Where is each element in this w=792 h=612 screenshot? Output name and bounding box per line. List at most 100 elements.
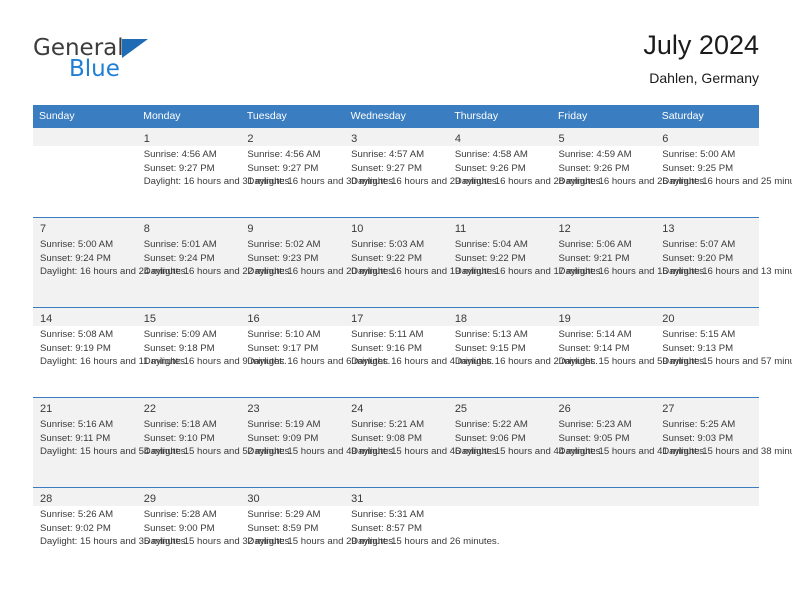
calendar-day-cell[interactable]: 19 Sunrise: 5:14 AM Sunset: 9:14 PM Dayligh… xyxy=(551,307,707,398)
day-number: 2 xyxy=(247,133,254,145)
sunrise-text: Sunrise: 5:08 AM xyxy=(40,329,114,340)
day-number xyxy=(33,128,137,146)
calendar-day-cell[interactable]: 26 Sunrise: 5:23 AM Sunset: 9:05 PM Dayligh… xyxy=(551,397,707,488)
day-number: 12 xyxy=(558,223,571,235)
sunrise-text: Sunrise: 5:00 AM xyxy=(662,149,736,160)
weekday-header-wednesday: Wednesday xyxy=(344,105,449,128)
calendar-day-cell[interactable]: 16 Sunrise: 5:10 AM Sunset: 9:17 PM Dayligh… xyxy=(240,307,390,398)
calendar-day-cell[interactable]: 21 Sunrise: 5:16 AM Sunset: 9:11 PM Dayligh… xyxy=(33,397,188,488)
title-block: July 2024 Dahlen, Germany xyxy=(643,28,759,89)
sunrise-text: Sunrise: 5:13 AM xyxy=(454,329,528,340)
daylight-text: Daylight: 15 hours and 59 minutes. xyxy=(558,356,707,368)
daylight-text: Daylight: 15 hours and 32 minutes. xyxy=(143,536,292,548)
calendar-day-cell[interactable]: 4 Sunrise: 4:58 AM Sunset: 9:26 PM Daylight… xyxy=(447,127,603,218)
sunset-text: Sunset: 9:27 PM xyxy=(351,162,423,174)
day-sun-info: Sunrise: 5:06 AM Sunset: 9:21 PM Daylight:… xyxy=(552,236,707,279)
calendar-day-cell[interactable]: 10 Sunrise: 5:03 AM Sunset: 9:22 PM Dayligh… xyxy=(344,217,499,308)
day-number: 16 xyxy=(247,313,260,325)
daylight-text: Daylight: 16 hours and 25 minutes. xyxy=(662,176,792,188)
calendar-day-cell[interactable]: 31 Sunrise: 5:31 AM Sunset: 8:57 PM Dayligh… xyxy=(344,487,499,577)
calendar-day-cell[interactable]: 8 Sunrise: 5:01 AM Sunset: 9:24 PM Daylight… xyxy=(136,217,292,308)
daylight-text: Daylight: 16 hours and 4 minutes. xyxy=(351,356,495,368)
sunrise-text: Sunrise: 5:16 AM xyxy=(40,419,114,430)
day-sun-info: Sunrise: 5:26 AM Sunset: 9:02 PM Daylight:… xyxy=(33,506,188,549)
sunrise-text: Sunrise: 5:11 AM xyxy=(351,329,424,340)
sunrise-text: Sunrise: 5:29 AM xyxy=(247,509,321,520)
day-number: 14 xyxy=(40,313,53,325)
daylight-text: Daylight: 15 hours and 46 minutes. xyxy=(351,446,500,458)
sunrise-text: Sunrise: 5:01 AM xyxy=(143,239,217,250)
sunrise-text: Sunrise: 5:22 AM xyxy=(454,419,528,430)
calendar-day-cell[interactable]: 2 Sunrise: 4:56 AM Sunset: 9:27 PM Daylight… xyxy=(240,127,396,218)
calendar-day-cell[interactable]: 30 Sunrise: 5:29 AM Sunset: 8:59 PM Dayligh… xyxy=(240,487,396,577)
calendar-day-cell[interactable]: 3 Sunrise: 4:57 AM Sunset: 9:27 PM Daylight… xyxy=(344,127,499,218)
calendar-day-cell[interactable]: 27 Sunrise: 5:25 AM Sunset: 9:03 PM Dayligh… xyxy=(655,397,792,488)
calendar-day-cell[interactable]: 18 Sunrise: 5:13 AM Sunset: 9:15 PM Dayligh… xyxy=(447,307,598,398)
calendar-day-cell[interactable]: 5 Sunrise: 4:59 AM Sunset: 9:26 PM Daylight… xyxy=(551,127,707,218)
general-blue-logo[interactable]: General Blue xyxy=(33,36,233,92)
calendar-empty-cell xyxy=(551,487,656,577)
day-number xyxy=(655,488,759,506)
day-number: 24 xyxy=(351,403,364,415)
sunset-text: Sunset: 9:17 PM xyxy=(247,342,319,354)
weekday-header-saturday: Saturday xyxy=(655,105,760,128)
day-sun-info: Sunrise: 5:15 AM Sunset: 9:13 PM Daylight:… xyxy=(655,326,792,369)
page-header: General Blue July 2024 Dahlen, Germany xyxy=(33,28,759,98)
day-number: 13 xyxy=(662,223,675,235)
day-sun-info: Sunrise: 5:29 AM Sunset: 8:59 PM Daylight:… xyxy=(240,506,395,549)
daylight-text: Daylight: 15 hours and 52 minutes. xyxy=(143,446,292,458)
sunrise-text: Sunrise: 5:31 AM xyxy=(351,509,425,520)
calendar-day-cell[interactable]: 20 Sunrise: 5:15 AM Sunset: 9:13 PM Dayligh… xyxy=(655,307,792,398)
sunset-text: Sunset: 8:59 PM xyxy=(247,522,319,534)
calendar-day-cell[interactable]: 7 Sunrise: 5:00 AM Sunset: 9:24 PM Daylight… xyxy=(33,217,189,308)
calendar-day-cell[interactable]: 13 Sunrise: 5:07 AM Sunset: 9:20 PM Dayligh… xyxy=(655,217,792,308)
calendar-day-cell[interactable]: 24 Sunrise: 5:21 AM Sunset: 9:08 PM Dayligh… xyxy=(344,397,500,488)
daylight-text: Daylight: 16 hours and 20 minutes. xyxy=(247,266,396,278)
day-number: 25 xyxy=(454,403,468,415)
calendar-week-row: 7 Sunrise: 5:00 AM Sunset: 9:24 PM Daylight… xyxy=(33,217,792,308)
daylight-text: Daylight: 16 hours and 9 minutes. xyxy=(143,356,287,368)
calendar-header-row: Sunday Monday Tuesday Wednesday Thursday Frid… xyxy=(33,105,760,128)
sunset-text: Sunset: 9:00 PM xyxy=(143,522,215,534)
calendar-day-cell[interactable]: 17 Sunrise: 5:11 AM Sunset: 9:16 PM Dayligh… xyxy=(344,307,495,398)
calendar-day-cell[interactable]: 9 Sunrise: 5:02 AM Sunset: 9:23 PM Daylight… xyxy=(240,217,396,308)
calendar-day-cell[interactable]: 22 Sunrise: 5:18 AM Sunset: 9:10 PM Dayligh… xyxy=(136,397,292,488)
calendar-day-cell[interactable]: 15 Sunrise: 5:09 AM Sunset: 9:18 PM Dayligh… xyxy=(136,307,287,398)
sunset-text: Sunset: 9:10 PM xyxy=(143,432,215,444)
calendar-body: 1 Sunrise: 4:56 AM Sunset: 9:27 PM Daylight… xyxy=(33,127,792,577)
sunrise-text: Sunrise: 5:07 AM xyxy=(662,239,736,250)
sunset-text: Sunset: 9:13 PM xyxy=(662,342,734,354)
day-number: 22 xyxy=(143,403,156,415)
calendar-day-cell[interactable]: 25 Sunrise: 5:22 AM Sunset: 9:06 PM Dayligh… xyxy=(447,397,603,488)
sunrise-text: Sunrise: 4:57 AM xyxy=(351,149,425,160)
calendar-empty-cell xyxy=(655,487,759,577)
daylight-text: Daylight: 16 hours and 11 minutes. xyxy=(40,356,188,368)
calendar-week-row: 28 Sunrise: 5:26 AM Sunset: 9:02 PM Dayligh… xyxy=(33,487,759,577)
calendar-day-cell[interactable]: 23 Sunrise: 5:19 AM Sunset: 9:09 PM Dayligh… xyxy=(240,397,396,488)
daylight-text: Daylight: 16 hours and 26 minutes. xyxy=(558,176,707,188)
day-number: 1 xyxy=(143,133,150,145)
day-number: 18 xyxy=(454,313,468,325)
calendar-week-row: 14 Sunrise: 5:08 AM Sunset: 9:19 PM Dayligh… xyxy=(33,307,792,398)
calendar-day-cell[interactable]: 12 Sunrise: 5:06 AM Sunset: 9:21 PM Dayligh… xyxy=(551,217,707,308)
sunset-text: Sunset: 8:57 PM xyxy=(351,522,423,534)
day-sun-info: Sunrise: 4:56 AM Sunset: 9:27 PM Daylight:… xyxy=(240,146,395,189)
day-number: 19 xyxy=(558,313,571,325)
sunrise-text: Sunrise: 5:09 AM xyxy=(143,329,217,340)
daylight-text: Daylight: 16 hours and 2 minutes. xyxy=(454,356,598,368)
day-number: 23 xyxy=(247,403,260,415)
day-sun-info: Sunrise: 5:21 AM Sunset: 9:08 PM Daylight:… xyxy=(344,416,500,459)
day-number: 15 xyxy=(143,313,156,325)
day-sun-info: Sunrise: 5:07 AM Sunset: 9:20 PM Daylight:… xyxy=(655,236,792,279)
day-sun-info: Sunrise: 4:58 AM Sunset: 9:26 PM Daylight:… xyxy=(448,146,603,189)
calendar-day-cell[interactable]: 1 Sunrise: 4:56 AM Sunset: 9:27 PM Daylight… xyxy=(136,127,292,218)
calendar-day-cell[interactable]: 6 Sunrise: 5:00 AM Sunset: 9:25 PM Daylight… xyxy=(655,127,792,218)
calendar-day-cell[interactable]: 29 Sunrise: 5:28 AM Sunset: 9:00 PM Dayligh… xyxy=(136,487,292,577)
calendar-day-cell[interactable]: 14 Sunrise: 5:08 AM Sunset: 9:19 PM Dayligh… xyxy=(33,307,188,398)
day-sun-info: Sunrise: 5:23 AM Sunset: 9:05 PM Daylight:… xyxy=(552,416,707,459)
calendar-day-cell[interactable]: 11 Sunrise: 5:04 AM Sunset: 9:22 PM Dayligh… xyxy=(447,217,603,308)
daylight-text: Daylight: 15 hours and 49 minutes. xyxy=(247,446,396,458)
sunrise-text: Sunrise: 4:56 AM xyxy=(247,149,321,160)
calendar-day-cell[interactable]: 28 Sunrise: 5:26 AM Sunset: 9:02 PM Dayligh… xyxy=(33,487,188,577)
daylight-text: Daylight: 16 hours and 24 minutes. xyxy=(40,266,189,278)
